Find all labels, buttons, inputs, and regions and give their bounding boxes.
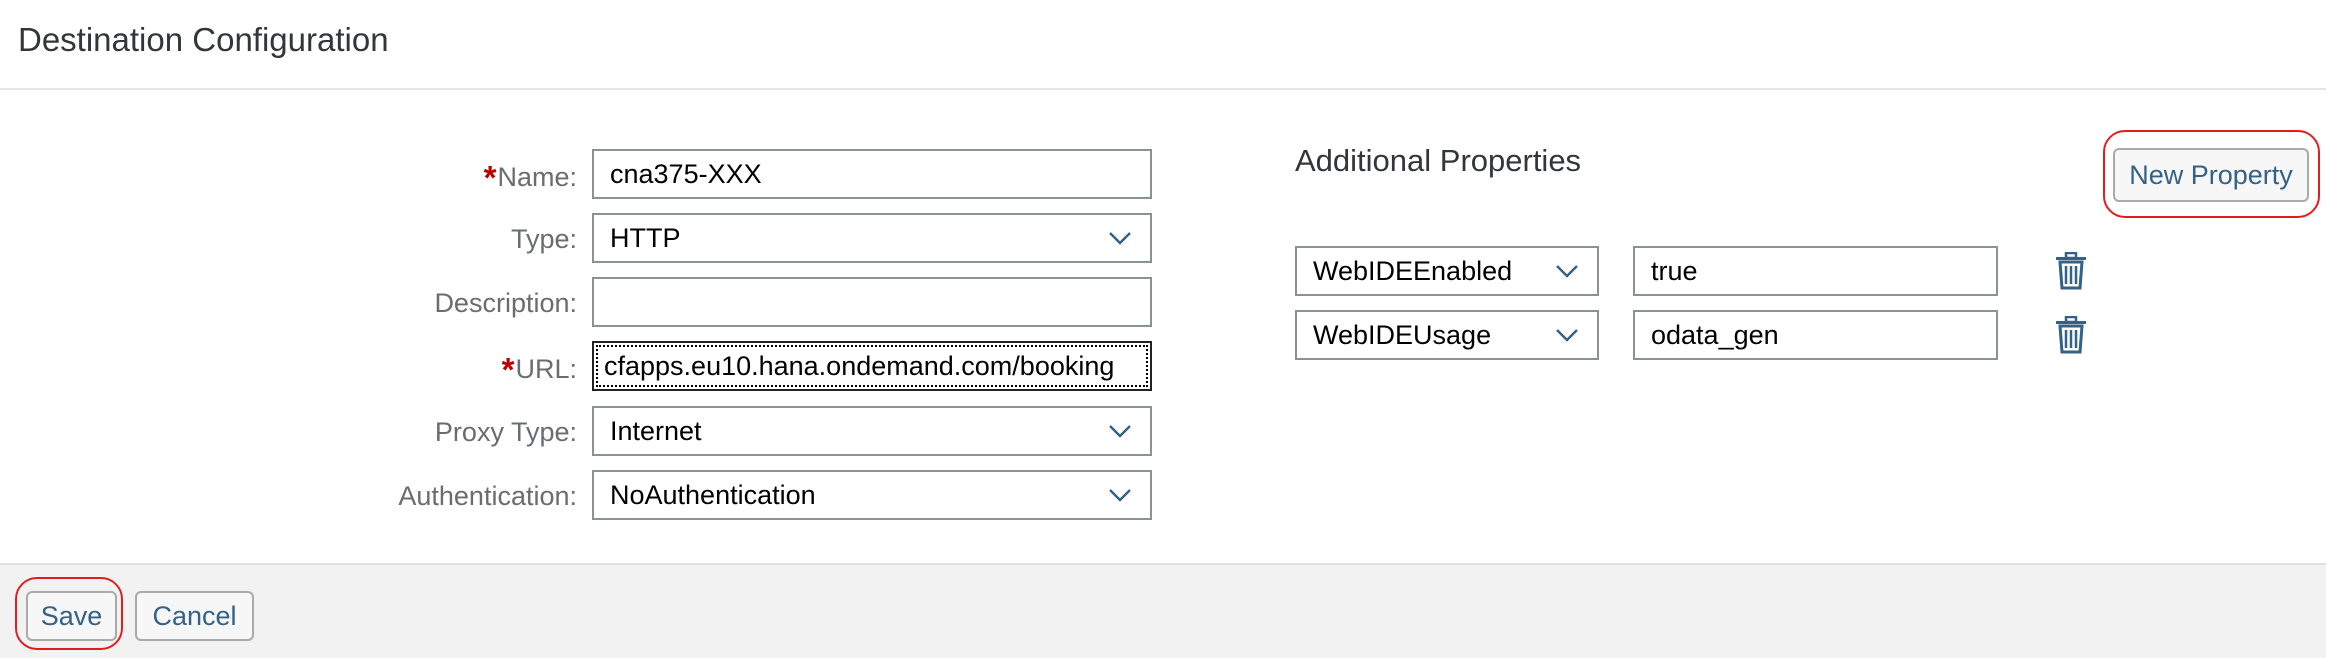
chevron-down-icon (1109, 489, 1131, 502)
url-input[interactable]: cfapps.eu10.hana.ondemand.com/booking (592, 341, 1152, 391)
new-property-button[interactable]: New Property (2113, 148, 2309, 202)
cancel-button[interactable]: Cancel (135, 591, 254, 641)
page-title: Destination Configuration (18, 21, 389, 58)
proxy-type-label: Proxy Type: (434, 417, 577, 447)
type-select[interactable]: HTTP (592, 213, 1152, 263)
save-button[interactable]: Save (26, 591, 117, 641)
page-header: Destination Configuration (0, 0, 2326, 90)
chevron-down-icon (1556, 265, 1578, 278)
required-mark: * (483, 159, 497, 196)
chevron-down-icon (1109, 232, 1131, 245)
authentication-select[interactable]: NoAuthentication (592, 470, 1152, 520)
property-value-input[interactable]: odata_gen (1633, 310, 1998, 360)
footer-bar (0, 563, 2326, 658)
description-label: Description: (434, 288, 577, 318)
required-mark: * (501, 351, 515, 388)
proxy-type-select[interactable]: Internet (592, 406, 1152, 456)
property-value-input[interactable]: true (1633, 246, 1998, 296)
trash-icon[interactable] (2054, 316, 2088, 354)
authentication-label: Authentication: (398, 481, 577, 511)
url-label: *URL: (501, 351, 577, 388)
type-label: Type: (510, 224, 577, 254)
property-key-select[interactable]: WebIDEUsage (1295, 310, 1599, 360)
property-key-select[interactable]: WebIDEEnabled (1295, 246, 1599, 296)
chevron-down-icon (1556, 329, 1578, 342)
additional-properties-title: Additional Properties (1295, 143, 1582, 178)
name-label: *Name: (483, 159, 577, 196)
trash-icon[interactable] (2054, 252, 2088, 290)
name-input[interactable]: cna375-XXX (592, 149, 1152, 199)
description-input[interactable] (592, 277, 1152, 327)
chevron-down-icon (1109, 425, 1131, 438)
